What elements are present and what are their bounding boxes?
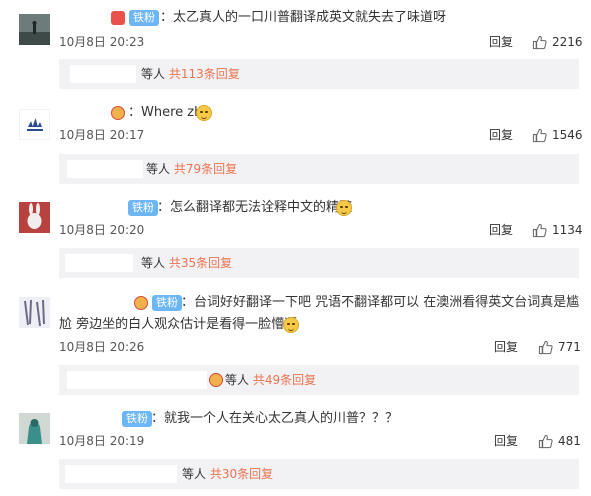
thumbs-up-icon	[532, 223, 547, 237]
reply-avatars-redacted	[67, 160, 143, 178]
replies-label: 等人 共35条回复	[141, 255, 232, 271]
replies-label: 等人 共49条回复	[225, 372, 316, 388]
comment-text: ：就我一个人在关心太乙真人的川普？？？	[151, 411, 399, 426]
reply-button[interactable]: 回复	[489, 127, 513, 143]
replies-prefix: 等人	[146, 162, 171, 176]
fan-badge: 铁粉	[129, 10, 159, 26]
avatar[interactable]	[19, 202, 50, 233]
avatar[interactable]	[19, 109, 50, 140]
replies-summary[interactable]: 等人 共79条回复	[59, 154, 579, 184]
like-count: 481	[558, 434, 581, 448]
reply-avatars-redacted	[65, 465, 177, 483]
thumbs-up-icon	[532, 35, 547, 49]
comment-item: 铁粉 ：台词好好翻译一下吧 咒语不翻译都可以 在澳洲看得英文台词真是尴 尬 旁边…	[0, 285, 591, 403]
fan-badge: 铁粉	[128, 200, 158, 216]
replies-label: 等人 共113条回复	[141, 66, 240, 82]
username-redacted[interactable]	[58, 9, 108, 29]
replies-summary[interactable]: 等人 共113条回复	[59, 59, 579, 89]
replies-prefix: 等人	[182, 467, 207, 481]
reply-avatars-redacted	[65, 254, 133, 272]
comment-time: 10月8日 20:19	[59, 434, 145, 448]
thumbs-up-icon	[532, 128, 547, 142]
like-count: 1134	[552, 223, 583, 237]
like-button[interactable]: 1546	[532, 127, 583, 143]
replies-prefix: 等人	[141, 67, 166, 81]
like-count: 771	[558, 340, 581, 354]
comment-item: 铁粉 ：怎么翻译都无法诠释中文的精髓 10月8日 20:20 回复 1134 等…	[0, 190, 591, 285]
avatar[interactable]	[19, 297, 50, 328]
replies-prefix: 等人	[225, 373, 250, 387]
member-badge-icon	[111, 106, 125, 120]
comment-text: ：太乙真人的一口川普翻译成英文就失去了味道呀	[160, 10, 447, 25]
comment-time: 10月8日 20:20	[59, 223, 145, 237]
comment-item: 铁粉 ：太乙真人的一口川普翻译成英文就失去了味道呀 10月8日 20:23 回复…	[0, 0, 591, 95]
like-count: 2216	[552, 35, 583, 49]
replies-label: 等人 共79条回复	[146, 161, 237, 177]
avatar[interactable]	[19, 413, 50, 444]
member-badge-icon	[111, 11, 125, 25]
replies-count-link[interactable]: 共49条回复	[253, 373, 316, 387]
reply-member-badge-icon	[209, 373, 223, 387]
fan-badge: 铁粉	[152, 295, 182, 311]
replies-count-link[interactable]: 共79条回复	[174, 162, 237, 176]
smirk-emoji-icon	[283, 317, 299, 333]
reply-button[interactable]: 回复	[489, 34, 513, 50]
laughing-emoji-icon	[196, 105, 212, 121]
thumbs-up-icon	[538, 340, 553, 354]
replies-summary[interactable]: 等人 共35条回复	[59, 248, 579, 278]
replies-count-link[interactable]: 共35条回复	[169, 256, 232, 270]
reply-avatars-redacted	[70, 65, 136, 83]
comment-item: ：Where zha 10月8日 20:17 回复 1546 等人 共79条回复	[0, 95, 591, 190]
thumbs-up-icon	[538, 434, 553, 448]
username-redacted[interactable]	[58, 409, 118, 429]
username-redacted[interactable]	[58, 198, 124, 218]
reply-button[interactable]: 回复	[489, 222, 513, 238]
comment-text-continued: 尬 旁边坐的白人观众估计是看得一脸懵逼	[59, 317, 298, 332]
replies-summary[interactable]: 等人 共30条回复	[59, 459, 579, 489]
like-button[interactable]: 771	[538, 339, 581, 355]
comment-item: 铁粉 ：就我一个人在关心太乙真人的川普？？？ 10月8日 20:19 回复 48…	[0, 403, 591, 496]
comment-text: ：台词好好翻译一下吧 咒语不翻译都可以 在澳洲看得英文台词真是尴	[181, 295, 580, 310]
like-count: 1546	[552, 128, 583, 142]
replies-summary[interactable]: 等人 共49条回复	[59, 365, 579, 395]
comment-time: 10月8日 20:23	[59, 35, 145, 49]
like-button[interactable]: 2216	[532, 34, 583, 50]
avatar[interactable]	[19, 14, 50, 45]
reply-avatars-redacted	[67, 371, 207, 389]
comment-time: 10月8日 20:26	[59, 340, 145, 354]
like-button[interactable]: 481	[538, 433, 581, 449]
comment-time: 10月8日 20:17	[59, 128, 145, 142]
replies-prefix: 等人	[141, 256, 166, 270]
reply-button[interactable]: 回复	[494, 339, 518, 355]
like-button[interactable]: 1134	[532, 222, 583, 238]
replies-label: 等人 共30条回复	[182, 466, 273, 482]
reply-button[interactable]: 回复	[494, 433, 518, 449]
username-redacted[interactable]	[58, 293, 128, 313]
comment-text: ：怎么翻译都无法诠释中文的精髓	[157, 200, 353, 215]
username-redacted[interactable]	[58, 104, 108, 124]
replies-count-link[interactable]: 共30条回复	[210, 467, 273, 481]
fan-badge: 铁粉	[122, 411, 152, 427]
replies-count-link[interactable]: 共113条回复	[169, 67, 240, 81]
smile-emoji-icon	[336, 200, 352, 216]
member-badge-icon	[134, 296, 148, 310]
